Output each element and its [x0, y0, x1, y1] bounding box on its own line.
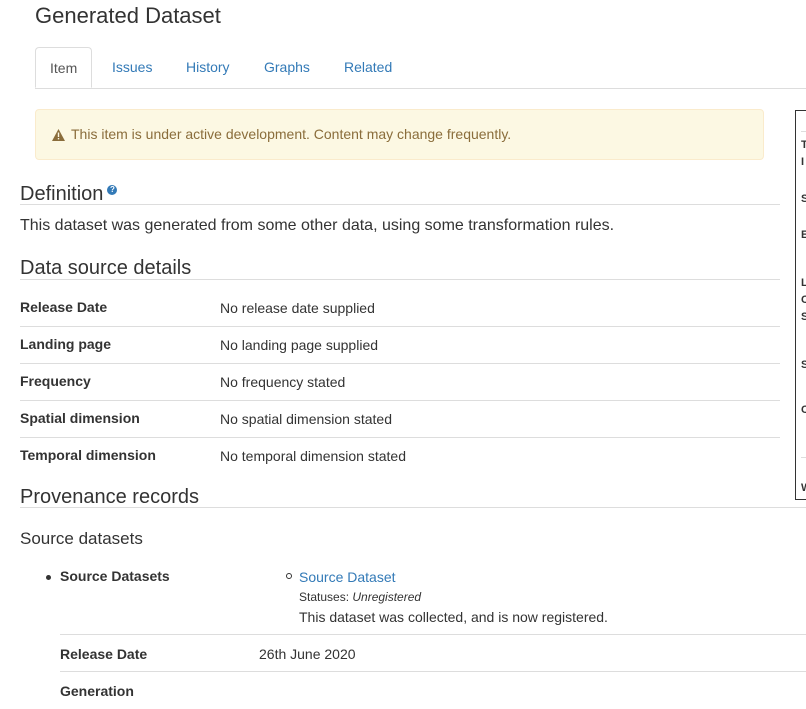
status-value: Unregistered — [352, 590, 422, 604]
bullet-disc — [46, 575, 51, 580]
detail-row-spatial-dimension: Spatial dimension No spatial dimension s… — [20, 401, 780, 438]
divider — [20, 279, 780, 280]
side-panel-letter: S — [801, 193, 806, 205]
detail-label: Release Date — [60, 646, 148, 662]
tab-graphs[interactable]: Graphs — [264, 47, 310, 88]
warning-icon — [52, 129, 65, 141]
detail-value: No spatial dimension stated — [220, 411, 392, 427]
source-datasets-label: Source Datasets — [60, 568, 170, 584]
detail-label: Spatial dimension — [20, 410, 140, 426]
detail-value: No release date supplied — [220, 300, 375, 316]
source-generation-row: Generation — [60, 671, 806, 708]
divider — [801, 131, 806, 132]
side-panel-letter: S — [801, 359, 806, 371]
detail-label: Generation — [60, 683, 134, 699]
side-panel-letter: L — [801, 277, 806, 289]
detail-label: Release Date — [20, 299, 108, 315]
definition-heading: Definition? — [20, 182, 118, 206]
source-release-date-row: Release Date 26th June 2020 — [60, 634, 806, 671]
tab-history[interactable]: History — [186, 47, 230, 88]
development-warning-alert: This item is under active development. C… — [35, 109, 764, 160]
tab-related[interactable]: Related — [344, 47, 392, 88]
side-panel-letter: T — [801, 139, 806, 151]
bullet-circle — [286, 573, 292, 579]
detail-row-frequency: Frequency No frequency stated — [20, 364, 780, 401]
side-panel-letter: S — [801, 311, 806, 323]
statuses-line: Statuses: Unregistered — [299, 590, 421, 604]
tab-bar: Item Issues History Graphs Related — [35, 47, 806, 89]
data-source-heading: Data source details — [20, 257, 192, 279]
detail-row-release-date: Release Date No release date supplied — [20, 290, 780, 327]
definition-heading-label: Definition — [20, 183, 104, 205]
side-panel-letter: W — [801, 482, 806, 494]
detail-value: No landing page supplied — [220, 337, 379, 353]
divider — [20, 507, 806, 508]
side-panel-clipped: T I S E L C S S C W — [795, 110, 806, 500]
detail-label: Frequency — [20, 373, 91, 389]
detail-value: 26th June 2020 — [259, 646, 356, 662]
provenance-heading: Provenance records — [20, 486, 199, 508]
detail-label: Landing page — [20, 336, 111, 352]
source-datasets-heading: Source datasets — [20, 529, 143, 548]
source-dataset-link[interactable]: Source Dataset — [299, 569, 396, 585]
page-title: Generated Dataset — [35, 3, 221, 28]
source-dataset-description: This dataset was collected, and is now r… — [299, 609, 608, 625]
side-panel-letter: C — [801, 404, 806, 416]
definition-text: This dataset was generated from some oth… — [20, 217, 615, 234]
detail-value: No temporal dimension stated — [220, 448, 406, 464]
tab-item[interactable]: Item — [35, 47, 93, 88]
alert-text: This item is under active development. C… — [71, 126, 512, 142]
detail-label: Temporal dimension — [20, 447, 156, 463]
detail-value: No frequency stated — [220, 374, 346, 390]
statuses-label: Statuses: — [299, 590, 350, 604]
divider — [20, 204, 780, 205]
detail-row-temporal-dimension: Temporal dimension No temporal dimension… — [20, 438, 780, 475]
side-panel-letter: I — [801, 156, 805, 168]
side-panel-letter: E — [801, 229, 806, 241]
detail-row-landing-page: Landing page No landing page supplied — [20, 327, 780, 364]
question-circle-icon[interactable]: ? — [107, 185, 118, 195]
tab-issues[interactable]: Issues — [112, 47, 152, 88]
side-panel-letter: C — [801, 294, 806, 306]
divider — [801, 457, 806, 458]
